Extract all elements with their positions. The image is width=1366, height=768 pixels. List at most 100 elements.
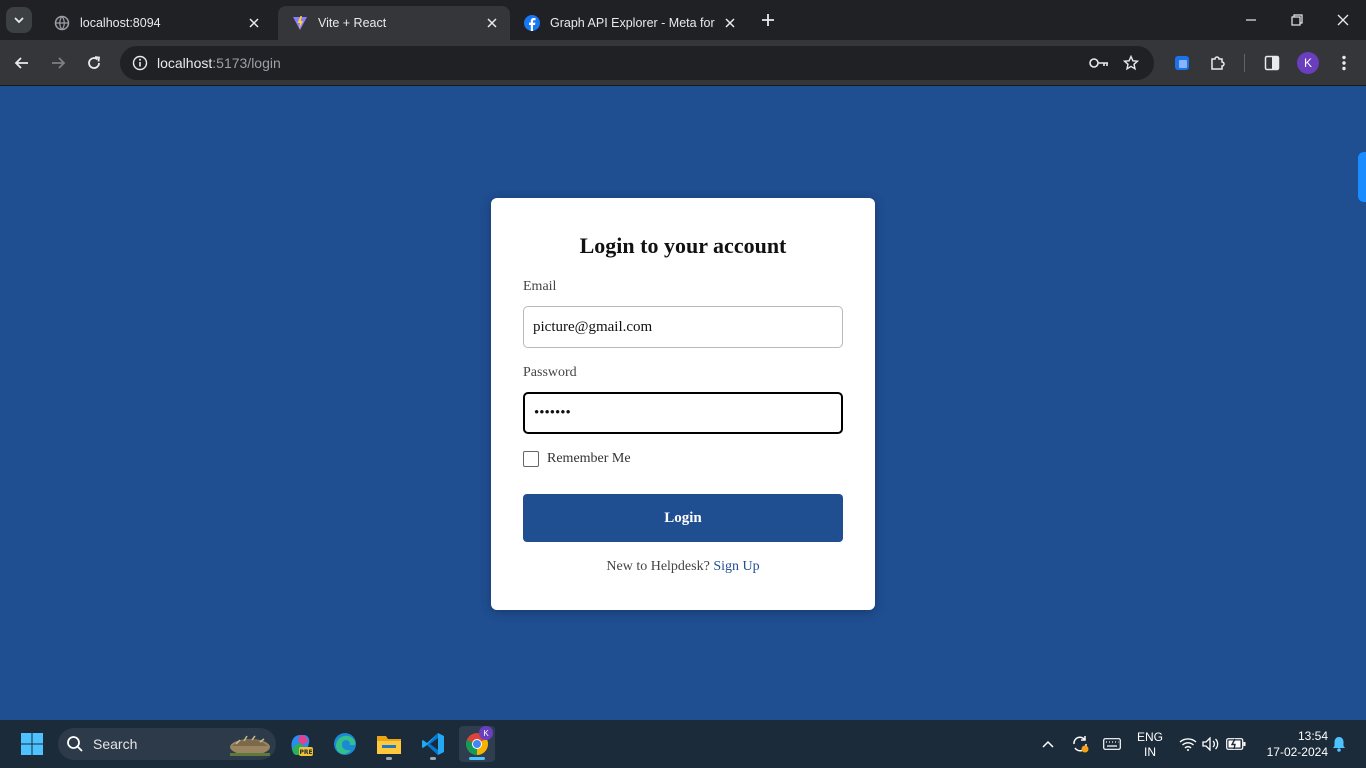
facebook-icon xyxy=(524,15,540,31)
svg-text:PRE: PRE xyxy=(299,749,312,756)
wifi-icon xyxy=(1179,738,1197,751)
close-window-button[interactable] xyxy=(1320,0,1366,40)
forward-button[interactable] xyxy=(44,49,72,77)
minimize-icon xyxy=(1246,19,1256,21)
chevron-up-icon xyxy=(1042,740,1054,748)
clock-date: 17-02-2024 xyxy=(1266,745,1328,759)
vscode-button[interactable] xyxy=(415,726,451,762)
tab-vite-react[interactable]: Vite + React xyxy=(278,6,510,40)
star-icon[interactable] xyxy=(1120,52,1142,74)
signup-prompt: New to Helpdesk? Sign Up xyxy=(491,559,875,575)
clock[interactable]: 13:54 17-02-2024 xyxy=(1256,729,1328,759)
tab-strip: localhost:8094 Vite + React Graph API Ex… xyxy=(0,0,1366,40)
url-path: :5173/login xyxy=(212,55,281,71)
key-icon[interactable] xyxy=(1088,53,1110,73)
side-panel-button[interactable] xyxy=(1258,49,1286,77)
close-icon xyxy=(1337,14,1349,26)
volume-icon xyxy=(1202,737,1219,751)
taskbar-search[interactable]: Search xyxy=(58,728,276,760)
volume-tray-button[interactable] xyxy=(1201,734,1221,754)
minimize-button[interactable] xyxy=(1228,0,1274,40)
page-title: Login to your account xyxy=(579,233,787,258)
sync-tray-button[interactable] xyxy=(1070,734,1090,754)
folder-icon xyxy=(377,736,401,754)
reload-button[interactable] xyxy=(80,49,108,77)
search-placeholder: Search xyxy=(93,736,138,752)
windows-start-icon xyxy=(21,733,43,755)
clock-time: 13:54 xyxy=(1297,729,1328,743)
language-code: ENG xyxy=(1136,730,1163,744)
side-panel-handle[interactable] xyxy=(1358,152,1366,202)
extensions-button[interactable] xyxy=(1204,49,1232,77)
new-tab-button[interactable] xyxy=(758,10,778,30)
edge-icon xyxy=(334,733,356,755)
chrome-menu-button[interactable] xyxy=(1330,49,1358,77)
file-explorer-button[interactable] xyxy=(371,726,407,762)
extension-app-icon xyxy=(1175,56,1189,70)
tab-title: localhost:8094 xyxy=(80,16,161,30)
chevron-down-icon xyxy=(14,17,24,24)
close-icon[interactable] xyxy=(484,15,500,31)
copilot-button[interactable]: PRE xyxy=(283,726,319,762)
site-info-icon[interactable] xyxy=(128,51,152,75)
windows-taskbar: Search PRE K ENG IN 13:54 17-02-2024 xyxy=(0,720,1366,768)
url-text[interactable]: localhost:5173/login xyxy=(157,55,281,71)
tab-search-button[interactable] xyxy=(6,7,32,33)
close-icon[interactable] xyxy=(246,15,262,31)
email-field[interactable] xyxy=(523,306,843,348)
tab-graph-api-explorer[interactable]: Graph API Explorer - Meta for Developers xyxy=(510,6,748,40)
extension-button[interactable] xyxy=(1168,49,1196,77)
plus-icon xyxy=(762,14,774,26)
url-host: localhost xyxy=(157,55,213,71)
tab-title: Vite + React xyxy=(318,16,387,30)
profile-avatar[interactable]: K xyxy=(1297,52,1319,74)
email-label: Email xyxy=(523,279,557,294)
restore-icon xyxy=(1291,14,1303,26)
signup-text: New to Helpdesk? xyxy=(606,559,710,574)
reload-icon xyxy=(88,56,101,69)
remember-me-row[interactable]: Remember Me xyxy=(523,451,631,467)
sync-icon xyxy=(1073,736,1089,753)
tab-localhost-8094[interactable]: localhost:8094 xyxy=(40,6,272,40)
chrome-profile-badge: K xyxy=(479,726,493,740)
wifi-tray-button[interactable] xyxy=(1178,734,1198,754)
language-indicator[interactable]: ENG IN xyxy=(1133,730,1167,759)
globe-icon xyxy=(54,15,70,31)
battery-tray-button[interactable] xyxy=(1226,734,1246,754)
start-button[interactable] xyxy=(14,726,50,762)
back-button[interactable] xyxy=(8,49,36,77)
edge-button[interactable] xyxy=(327,726,363,762)
vscode-icon xyxy=(422,733,444,755)
battery-charging-icon xyxy=(1226,738,1246,750)
running-indicator xyxy=(430,757,436,760)
arrow-left-icon xyxy=(14,57,28,69)
bell-icon xyxy=(1333,737,1345,752)
active-indicator xyxy=(469,757,485,760)
puzzle-icon xyxy=(1211,56,1225,70)
toolbar-separator xyxy=(1244,54,1245,72)
login-card: Login to your account Email Password Rem… xyxy=(491,198,875,610)
arrow-right-icon xyxy=(52,57,66,69)
login-button[interactable]: Login xyxy=(523,494,843,542)
keyboard-tray-button[interactable] xyxy=(1102,734,1122,754)
signup-link[interactable]: Sign Up xyxy=(713,559,759,574)
more-vertical-icon xyxy=(1342,55,1346,71)
close-icon[interactable] xyxy=(722,15,738,31)
chrome-button[interactable]: K xyxy=(459,726,495,762)
side-panel-icon xyxy=(1264,55,1280,71)
region-code: IN xyxy=(1144,745,1156,759)
notifications-button[interactable] xyxy=(1329,734,1349,754)
search-highlight-image xyxy=(230,735,270,756)
address-bar[interactable]: localhost:5173/login xyxy=(120,46,1154,80)
running-indicator xyxy=(386,757,392,760)
remember-me-checkbox[interactable] xyxy=(523,451,539,467)
browser-toolbar: localhost:5173/login xyxy=(0,40,1366,86)
tab-title: Graph API Explorer - Meta for Developers xyxy=(550,16,716,30)
show-hidden-icons-button[interactable] xyxy=(1038,734,1058,754)
remember-me-label[interactable]: Remember Me xyxy=(547,451,631,467)
search-icon xyxy=(67,736,83,752)
password-label: Password xyxy=(523,365,577,380)
keyboard-icon xyxy=(1103,738,1121,750)
restore-button[interactable] xyxy=(1274,0,1320,40)
password-field[interactable] xyxy=(523,392,843,434)
